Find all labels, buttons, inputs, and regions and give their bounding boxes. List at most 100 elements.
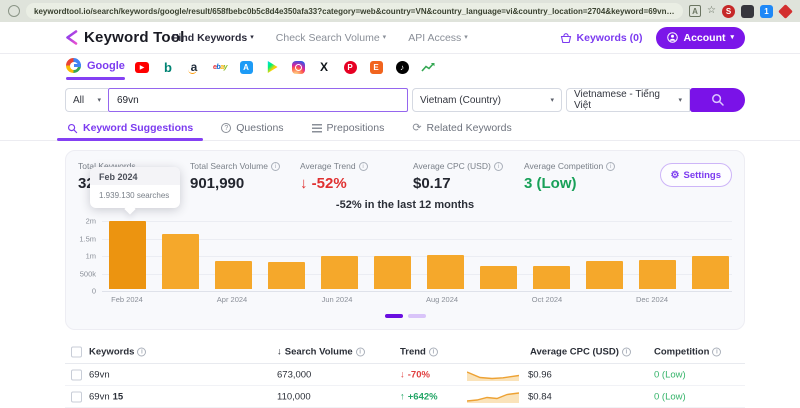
info-icon[interactable]: i xyxy=(137,347,146,356)
row-checkbox[interactable] xyxy=(71,369,82,380)
keywords-table: Keywordsi ↓Search Volumei Trendi Average… xyxy=(65,340,745,408)
info-icon[interactable]: i xyxy=(606,162,615,171)
engine-tab-pinterest[interactable]: P xyxy=(343,60,357,74)
info-icon[interactable]: i xyxy=(356,347,365,356)
app-store-icon: A xyxy=(240,61,253,74)
tab-prepositions[interactable]: Prepositions xyxy=(310,115,387,141)
bookmark-star-icon[interactable]: ☆ xyxy=(707,6,716,16)
engine-tab-bing[interactable]: b xyxy=(161,60,175,74)
chart-bar[interactable] xyxy=(639,260,676,289)
tab-keyword-suggestions[interactable]: Keyword Suggestions xyxy=(65,115,195,141)
pagination-dash-active[interactable] xyxy=(385,314,403,318)
chart-bar[interactable] xyxy=(586,261,623,289)
keyword-tool-logo[interactable]: Keyword Tool xyxy=(65,29,184,46)
x-tick: Apr 2024 xyxy=(202,295,262,304)
stat-average-trend: Average Trendi ↓ -52% xyxy=(300,161,368,192)
search-icon xyxy=(711,93,725,107)
trend-cell: ↓-70% xyxy=(400,369,430,380)
y-tick: 1m xyxy=(66,252,96,261)
select-all-checkbox[interactable] xyxy=(71,346,82,357)
main-nav: Find Keywords▾ Check Search Volume▾ API … xyxy=(172,32,468,44)
extension-icon-1[interactable]: S xyxy=(722,5,735,18)
chart-bar[interactable] xyxy=(321,256,358,289)
engine-tab-google-play[interactable] xyxy=(265,60,279,74)
sort-search-volume[interactable]: ↓Search Volumei xyxy=(277,346,365,357)
scope-select[interactable]: All ▾ xyxy=(65,88,108,112)
google-icon xyxy=(66,58,81,73)
extension-icon-2[interactable] xyxy=(741,5,754,18)
summary-card: Total Keywords 32 Total Search Volumei 9… xyxy=(65,150,745,330)
info-icon[interactable]: i xyxy=(429,347,438,356)
keywords-basket-button[interactable]: Keywords (0) xyxy=(560,32,643,44)
chart-bar[interactable] xyxy=(109,221,146,289)
nav-find-keywords[interactable]: Find Keywords▾ xyxy=(172,32,254,44)
engine-tab-ebay[interactable]: ebay xyxy=(213,60,227,74)
language-select[interactable]: Vietnamese - Tiếng Việt ▾ xyxy=(566,88,690,112)
tab-questions[interactable]: ? Questions xyxy=(219,115,285,141)
competition-cell: 0 (Low) xyxy=(654,391,686,402)
info-icon[interactable]: i xyxy=(712,347,721,356)
info-icon[interactable]: i xyxy=(271,162,280,171)
browser-toolbar: keywordtool.io/search/keywords/google/re… xyxy=(0,0,800,22)
sparkline-down-icon xyxy=(467,368,519,382)
site-info-icon[interactable] xyxy=(8,5,20,17)
chart-bar[interactable] xyxy=(692,256,729,289)
y-tick: 1.5m xyxy=(66,234,96,243)
search-button[interactable] xyxy=(690,88,745,112)
engine-icon-list: ▶ b a ebay A X P E ♪ xyxy=(135,60,435,74)
engine-tab-etsy[interactable]: E xyxy=(369,60,383,74)
instagram-icon xyxy=(292,61,305,74)
table-header-row: Keywordsi ↓Search Volumei Trendi Average… xyxy=(65,340,745,364)
chevron-down-icon: ▾ xyxy=(550,97,554,104)
nav-api-access[interactable]: API Access▾ xyxy=(408,32,468,44)
chart-bar[interactable] xyxy=(215,261,252,289)
google-label: Google xyxy=(87,60,125,72)
chart-bars xyxy=(109,219,729,289)
tab-related-keywords[interactable]: ⟳ Related Keywords xyxy=(410,115,513,141)
youtube-icon: ▶ xyxy=(135,62,149,73)
extension-icon-3[interactable]: 1 xyxy=(760,5,773,18)
info-icon[interactable]: i xyxy=(359,162,368,171)
engine-tab-tiktok[interactable]: ♪ xyxy=(395,60,409,74)
cpc-cell: $0.96 xyxy=(528,369,552,380)
engine-tab-google[interactable]: Google xyxy=(66,58,125,80)
table-row[interactable]: 69vn 673,000 ↓-70% $0.96 0 (Low) xyxy=(65,364,745,386)
account-button[interactable]: Account ▾ xyxy=(656,27,745,49)
keyword-cell: 69vn xyxy=(89,369,113,380)
refresh-icon: ⟳ xyxy=(412,123,421,134)
trend-cell: ↑+642% xyxy=(400,391,438,402)
y-tick: 0 xyxy=(66,287,96,296)
chart-pagination xyxy=(66,314,744,318)
info-icon[interactable]: i xyxy=(622,347,631,356)
chart-bar[interactable] xyxy=(427,255,464,289)
engine-tab-youtube[interactable]: ▶ xyxy=(135,60,149,74)
info-icon[interactable]: i xyxy=(494,162,503,171)
chart-bar[interactable] xyxy=(480,266,517,289)
chart-bar[interactable] xyxy=(268,262,305,289)
country-select[interactable]: Vietnam (Country) ▾ xyxy=(412,88,562,112)
nav-check-search-volume[interactable]: Check Search Volume▾ xyxy=(276,32,386,44)
engine-tab-app-store[interactable]: A xyxy=(239,60,253,74)
keyword-input[interactable] xyxy=(108,88,408,112)
pagination-dash[interactable] xyxy=(408,314,426,318)
address-bar[interactable]: keywordtool.io/search/keywords/google/re… xyxy=(26,3,683,19)
pinterest-icon: P xyxy=(344,61,357,74)
row-checkbox[interactable] xyxy=(71,391,82,402)
translate-icon[interactable]: A xyxy=(689,5,701,17)
search-form: All ▾ Vietnam (Country) ▾ Vietnamese - T… xyxy=(0,88,800,112)
logo-text: Keyword Tool xyxy=(84,29,184,46)
engine-tab-amazon[interactable]: a xyxy=(187,60,201,74)
x-tick: Aug 2024 xyxy=(412,295,472,304)
stat-average-competition: Average Competitioni 3 (Low) xyxy=(524,161,615,192)
table-row[interactable]: 69vn15 110,000 ↑+642% $0.84 0 (Low) xyxy=(65,386,745,408)
chart-bar[interactable] xyxy=(162,234,199,289)
chart-bar[interactable] xyxy=(374,256,411,289)
engine-tab-google-trends[interactable] xyxy=(421,60,435,74)
trend-arrow-icon: ↓ xyxy=(400,369,405,380)
engine-tab-instagram[interactable] xyxy=(291,60,305,74)
chart-bar[interactable] xyxy=(533,266,570,289)
x-tick: Oct 2024 xyxy=(517,295,577,304)
extension-icon-4[interactable] xyxy=(778,4,793,19)
settings-button[interactable]: ⚙ Settings xyxy=(660,163,732,187)
engine-tab-x-twitter[interactable]: X xyxy=(317,60,331,74)
